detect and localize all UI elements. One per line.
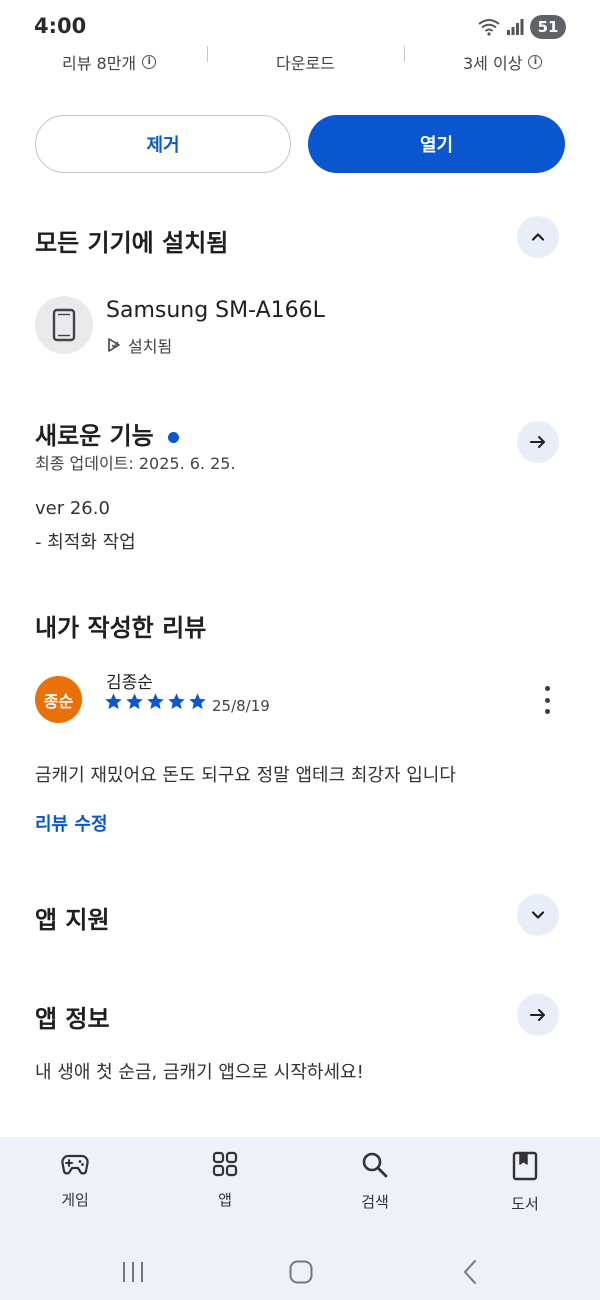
- bottom-navigation: 게임 앱 검색 도서: [0, 1137, 600, 1242]
- star-icon: [105, 693, 122, 710]
- nav-item-search[interactable]: 검색: [335, 1151, 415, 1212]
- downloads-stat: 다운로드: [276, 50, 335, 74]
- last-updated: 최종 업데이트: 2025. 6. 25.: [35, 454, 236, 473]
- signal-icon: [507, 19, 524, 35]
- app-stats-strip: 리뷰 8만개 i 다운로드 3세 이상 i: [0, 44, 600, 78]
- arrow-right-icon: [530, 436, 545, 448]
- back-icon: [464, 1260, 476, 1284]
- device-avatar: [35, 296, 93, 354]
- whats-new-title-text: 새로운 기능: [35, 422, 154, 450]
- status-icons: 51: [478, 15, 566, 39]
- collapse-button[interactable]: [517, 216, 559, 258]
- wifi-icon: [478, 19, 500, 36]
- whats-new-arrow-button[interactable]: [517, 421, 559, 463]
- play-install-icon: [108, 338, 120, 352]
- device-status-label: 설치됨: [128, 337, 173, 356]
- app-info-title: 앱 정보: [35, 1005, 110, 1033]
- app-detail-screen: 4:00 51 리뷰 8만개 i 다운로드 3세 이상 i 제거 열기 모든 기…: [0, 0, 600, 1300]
- divider: [207, 46, 208, 62]
- nav-label-search: 검색: [361, 1193, 389, 1211]
- edit-review-link[interactable]: 리뷰 수정: [35, 810, 108, 836]
- app-info-arrow-button[interactable]: [517, 994, 559, 1036]
- chevron-down-icon: [531, 911, 545, 919]
- status-time: 4:00: [34, 14, 87, 38]
- installed-section-title: 모든 기기에 설치됨: [35, 229, 229, 257]
- gamepad-icon: [61, 1154, 89, 1175]
- battery-icon: 51: [530, 15, 566, 39]
- reviews-count: 리뷰 8만개: [62, 54, 137, 73]
- star-icon: [189, 693, 206, 710]
- review-stars: [104, 692, 207, 711]
- review-date: 25/8/19: [212, 697, 270, 715]
- star-icon: [147, 693, 164, 710]
- review-body: 금캐기 재밌어요 돈도 되구요 정말 앱테크 최강자 입니다: [35, 765, 456, 786]
- app-description: 내 생애 첫 순금, 금캐기 앱으로 시작하세요!: [35, 1062, 364, 1083]
- info-icon: i: [142, 55, 157, 69]
- new-indicator-dot: [167, 431, 179, 443]
- book-icon: [512, 1151, 538, 1181]
- device-name: Samsung SM-A166L: [106, 298, 325, 323]
- nav-item-games[interactable]: 게임: [35, 1151, 115, 1210]
- apps-grid-icon: [212, 1151, 238, 1177]
- recent-apps-button[interactable]: [113, 1252, 153, 1292]
- nav-label-apps: 앱: [218, 1191, 232, 1209]
- more-options-icon[interactable]: [538, 684, 556, 716]
- info-icon: i: [528, 55, 543, 69]
- my-review-title: 내가 작성한 리뷰: [35, 614, 207, 642]
- uninstall-button[interactable]: 제거: [35, 115, 291, 173]
- downloads-label: 다운로드: [276, 54, 335, 73]
- home-button[interactable]: [281, 1252, 321, 1292]
- device-install-status: 설치됨: [106, 333, 172, 357]
- nav-item-books[interactable]: 도서: [485, 1151, 565, 1214]
- phone-icon: [52, 308, 76, 342]
- star-icon: [126, 693, 143, 710]
- nav-label-games: 게임: [61, 1191, 89, 1209]
- divider: [404, 46, 405, 62]
- whats-new-title: 새로운 기능: [35, 416, 179, 451]
- back-button[interactable]: [450, 1252, 490, 1292]
- reviewer-name: 김종순: [106, 673, 153, 693]
- status-bar: 4:00 51: [0, 0, 600, 50]
- recent-apps-icon: [123, 1262, 143, 1282]
- app-support-expand-button[interactable]: [517, 894, 559, 936]
- nav-item-apps[interactable]: 앱: [185, 1151, 265, 1210]
- version-text: ver 26.0: [35, 498, 110, 519]
- chevron-up-icon: [531, 233, 545, 241]
- home-icon: [289, 1260, 313, 1284]
- update-note: - 최적화 작업: [35, 532, 136, 553]
- reviews-stat[interactable]: 리뷰 8만개 i: [62, 50, 157, 74]
- reviewer-avatar: 종순: [35, 676, 82, 723]
- content-rating-stat[interactable]: 3세 이상 i: [463, 50, 543, 74]
- app-support-title: 앱 지원: [35, 906, 110, 934]
- search-icon: [362, 1152, 388, 1178]
- nav-label-books: 도서: [511, 1195, 539, 1213]
- content-rating-label: 3세 이상: [463, 54, 523, 73]
- star-icon: [168, 693, 185, 710]
- open-button[interactable]: 열기: [308, 115, 565, 173]
- arrow-right-icon: [530, 1009, 545, 1021]
- system-navigation-bar: [0, 1242, 600, 1300]
